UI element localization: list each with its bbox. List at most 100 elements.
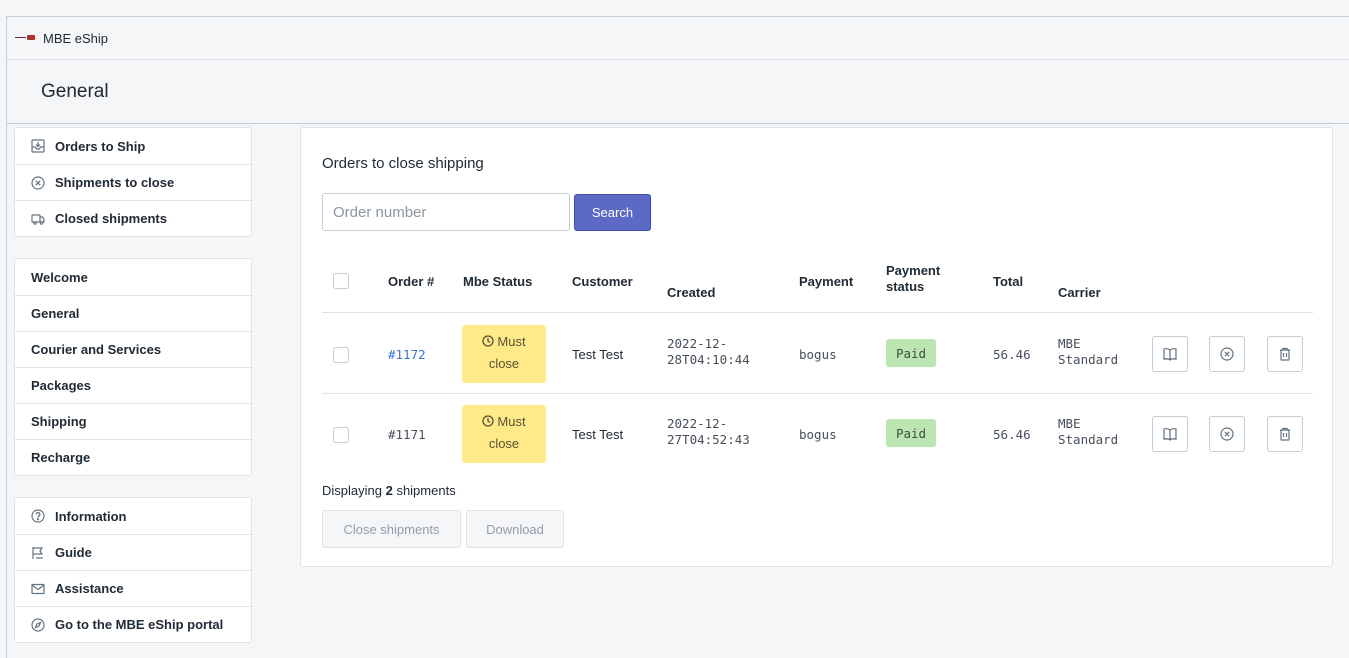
sidebar-item-label: Closed shipments	[55, 211, 167, 226]
sidebar-item-welcome[interactable]: Welcome	[15, 259, 251, 295]
circle-x-icon	[31, 175, 45, 190]
total-cell: 56.46	[993, 427, 1031, 442]
clock-icon	[482, 335, 495, 347]
question-circle-icon	[31, 509, 45, 523]
circle-x-icon	[1220, 347, 1234, 361]
mbe-status-line1: Must	[497, 334, 526, 349]
carrier-line2: Standard	[1058, 432, 1119, 447]
sidebar-item-orders-to-ship[interactable]: Orders to Ship	[15, 128, 251, 164]
close-shipments-button[interactable]: Close shipments	[322, 510, 461, 548]
created-date: 2022-12-	[667, 416, 728, 431]
created-time: 28T04:10:44	[667, 352, 750, 367]
sidebar-item-label: General	[31, 306, 80, 321]
sidebar-item-label: Orders to Ship	[55, 138, 146, 154]
displaying-count: Displaying 2 shipments	[322, 483, 456, 498]
mbe-status-line2: close	[488, 356, 520, 371]
sidebar-item-packages[interactable]: Packages	[15, 367, 251, 403]
sidebar-item-closed-shipments[interactable]: Closed shipments	[15, 200, 251, 236]
payment-status-badge: Paid	[886, 419, 936, 447]
sidebar-item-mbe-portal[interactable]: Go to the MBE eShip portal	[15, 606, 251, 642]
mbe-status-line2: close	[488, 436, 520, 451]
created-cell: 2022-12- 28T04:10:44	[667, 336, 750, 368]
column-payment: Payment	[799, 274, 854, 289]
guide-icon	[31, 546, 45, 560]
inbox-download-icon	[31, 139, 45, 153]
carrier-line1: MBE	[1058, 416, 1081, 431]
sidebar-item-label: Welcome	[31, 269, 88, 285]
carrier-line2: Standard	[1058, 352, 1119, 367]
download-button[interactable]: Download	[466, 510, 564, 548]
sidebar-item-courier-and-services[interactable]: Courier and Services	[15, 331, 251, 367]
displaying-prefix: Displaying	[322, 483, 386, 498]
page-header: General	[7, 60, 1349, 124]
customer-cell: Test Test	[572, 347, 624, 362]
app-bar: MBE eShip	[7, 17, 1349, 60]
shipment-count: 2	[385, 483, 393, 498]
trash-icon	[1280, 347, 1290, 361]
column-payment-status: Payment status	[886, 263, 940, 295]
delete-button[interactable]	[1267, 416, 1303, 452]
book-open-icon	[1163, 428, 1177, 441]
total-cell: 56.46	[993, 347, 1031, 362]
sidebar-item-label: Recharge	[31, 450, 91, 465]
order-number: #1171	[388, 427, 426, 442]
search-button[interactable]: Search	[574, 194, 651, 231]
sidebar-group-settings: Welcome General Courier and Services Pac…	[14, 258, 252, 476]
payment-status-badge: Paid	[886, 339, 936, 367]
sidebar-item-shipments-to-close[interactable]: Shipments to close	[15, 164, 251, 200]
table-header: Order # Mbe Status Customer Created Paym…	[322, 261, 1313, 313]
mbe-status-badge: Must close	[462, 325, 546, 383]
sidebar-item-assistance[interactable]: Assistance	[15, 570, 251, 606]
order-link[interactable]: #1172	[388, 347, 426, 362]
sidebar-item-label: Shipping	[31, 414, 87, 429]
cancel-shipment-button[interactable]	[1209, 416, 1245, 452]
sidebar-item-guide[interactable]: Guide	[15, 534, 251, 570]
sidebar-item-label: Assistance	[55, 581, 124, 596]
cancel-shipment-button[interactable]	[1209, 336, 1245, 372]
select-all-checkbox[interactable]	[333, 273, 349, 289]
column-customer: Customer	[572, 274, 633, 289]
sidebar-item-shipping[interactable]: Shipping	[15, 403, 251, 439]
column-payment-status-line2: status	[886, 279, 925, 294]
sidebar-item-information[interactable]: Information	[15, 498, 251, 534]
mbe-logo	[15, 34, 35, 42]
truck-icon	[31, 212, 45, 226]
sidebar-group-shipments: Orders to Ship Shipments to close Closed…	[14, 127, 252, 237]
displaying-suffix: shipments	[392, 483, 456, 498]
table-row: #1172 Must close Test Test 2022-12- 28T0…	[322, 314, 1313, 394]
sidebar-item-label: Go to the MBE eShip portal	[55, 617, 224, 632]
sidebar: Orders to Ship Shipments to close Closed…	[14, 127, 252, 658]
mbe-status-badge: Must close	[462, 405, 546, 463]
label-button[interactable]	[1152, 336, 1188, 372]
delete-button[interactable]	[1267, 336, 1303, 372]
sidebar-item-label: Packages	[31, 378, 91, 393]
row-checkbox[interactable]	[333, 347, 349, 363]
card-title: Orders to close shipping	[322, 155, 484, 172]
circle-x-icon	[1220, 427, 1234, 441]
order-number-input[interactable]	[322, 193, 570, 231]
page-title: General	[41, 80, 109, 102]
table-row: #1171 Must close Test Test 2022-12- 27T0…	[322, 394, 1313, 474]
sidebar-item-label: Shipments to close	[55, 175, 175, 190]
row-checkbox[interactable]	[333, 427, 349, 443]
compass-icon	[31, 617, 45, 632]
customer-cell: Test Test	[572, 427, 624, 442]
book-open-icon	[1163, 348, 1177, 361]
column-mbe-status: Mbe Status	[463, 274, 533, 289]
column-order: Order #	[388, 274, 435, 289]
orders-card: Orders to close shipping Search Order # …	[300, 127, 1333, 567]
created-date: 2022-12-	[667, 336, 728, 351]
sidebar-item-recharge[interactable]: Recharge	[15, 439, 251, 475]
mbe-status-line1: Must	[497, 414, 526, 429]
payment-cell: bogus	[799, 347, 837, 362]
clock-icon	[482, 415, 495, 427]
sidebar-item-general[interactable]: General	[15, 295, 251, 331]
created-cell: 2022-12- 27T04:52:43	[667, 416, 750, 448]
column-carrier: Carrier	[1058, 285, 1101, 300]
sidebar-item-label: Courier and Services	[31, 342, 162, 357]
column-total: Total	[993, 274, 1024, 289]
sidebar-item-label: Guide	[55, 545, 92, 560]
label-button[interactable]	[1152, 416, 1188, 452]
created-time: 27T04:52:43	[667, 432, 750, 447]
carrier-cell: MBE Standard	[1058, 416, 1118, 448]
